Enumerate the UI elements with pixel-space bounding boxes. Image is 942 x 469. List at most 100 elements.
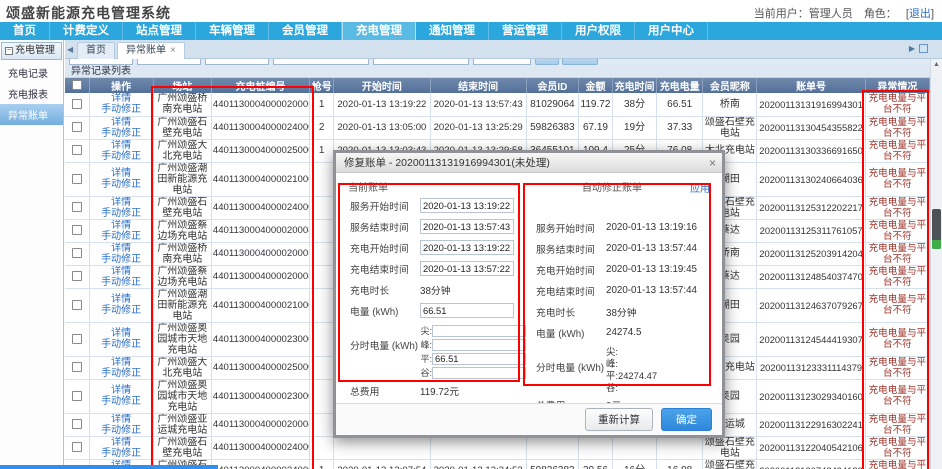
- action-link[interactable]: 详情: [111, 266, 131, 277]
- row-checkbox-cell: [65, 288, 89, 322]
- tab[interactable]: 异常账单×: [117, 42, 185, 59]
- vertical-scrollbar[interactable]: ▲: [930, 59, 942, 469]
- row-checkbox[interactable]: [72, 362, 82, 372]
- action-link[interactable]: 详情: [111, 357, 131, 368]
- action-link[interactable]: 手动修正: [101, 231, 141, 242]
- tab-scroll-right-icon[interactable]: ▶: [909, 44, 915, 53]
- filter-input[interactable]: [373, 59, 469, 65]
- row-checkbox[interactable]: [72, 300, 82, 310]
- cell-station: 广州颂盛桥南充电站: [153, 242, 211, 265]
- apply-link[interactable]: 应用: [690, 180, 710, 195]
- nav-item[interactable]: 通知管理: [416, 22, 489, 40]
- action-link[interactable]: 手动修正: [101, 151, 141, 162]
- nav-item[interactable]: 车辆管理: [196, 22, 269, 40]
- action-link[interactable]: 详情: [111, 93, 131, 104]
- repair-bill-modal: 修复账单 - 20200113131916994301(未处理) × 当前账单 …: [333, 150, 725, 438]
- tab-close-icon[interactable]: ×: [170, 45, 176, 56]
- nav-item[interactable]: 首页: [0, 22, 50, 40]
- field-input[interactable]: 66.51: [420, 303, 514, 318]
- nav-item[interactable]: 用户权限: [562, 22, 635, 40]
- row-checkbox[interactable]: [72, 248, 82, 258]
- row-checkbox-cell: [65, 379, 89, 413]
- filter-input[interactable]: [137, 59, 201, 65]
- logout-link[interactable]: 退出: [909, 8, 931, 20]
- action-link[interactable]: 手动修正: [101, 425, 141, 436]
- nav-item[interactable]: 充电管理: [342, 22, 416, 40]
- scrollbar-thumb[interactable]: [932, 209, 941, 249]
- sidebar-item[interactable]: 充电报表: [0, 83, 63, 104]
- action-link[interactable]: 手动修正: [101, 277, 141, 288]
- action-link[interactable]: 手动修正: [101, 396, 141, 407]
- row-checkbox-cell: [65, 219, 89, 242]
- tab-scroll-left-icon[interactable]: ◀: [67, 45, 73, 54]
- filter-reset-button[interactable]: [562, 59, 598, 65]
- action-link[interactable]: 手动修正: [101, 339, 141, 350]
- row-actions-cell: 详情手动修正: [89, 379, 153, 413]
- action-link[interactable]: 详情: [111, 437, 131, 448]
- tab[interactable]: 首页: [77, 42, 115, 59]
- split-input[interactable]: 66.51: [432, 353, 526, 365]
- action-link[interactable]: 手动修正: [101, 448, 141, 459]
- filter-search-button[interactable]: [535, 59, 559, 65]
- field-input[interactable]: 2020-01-13 13:57:43: [420, 219, 514, 234]
- action-link[interactable]: 详情: [111, 220, 131, 231]
- nav-item[interactable]: 营运管理: [489, 22, 562, 40]
- action-link[interactable]: 手动修正: [101, 104, 141, 115]
- filter-input[interactable]: [69, 59, 133, 65]
- recalculate-button[interactable]: 重新计算: [585, 408, 653, 431]
- action-link[interactable]: 手动修正: [101, 128, 141, 139]
- action-link[interactable]: 手动修正: [101, 368, 141, 379]
- column-header: 充电时间: [613, 78, 657, 93]
- field-input[interactable]: 2020-01-13 13:19:22: [420, 240, 514, 255]
- collapse-icon[interactable]: −: [5, 47, 13, 55]
- nav-item[interactable]: 站点管理: [123, 22, 196, 40]
- sidebar-item[interactable]: 充电记录: [0, 62, 63, 83]
- action-link[interactable]: 详情: [111, 328, 131, 339]
- split-input[interactable]: [432, 325, 526, 337]
- action-link[interactable]: 详情: [111, 243, 131, 254]
- nav-item[interactable]: 用户中心: [635, 22, 708, 40]
- filter-input[interactable]: [473, 59, 531, 65]
- row-checkbox[interactable]: [72, 391, 82, 401]
- split-input[interactable]: [432, 367, 526, 379]
- close-icon[interactable]: ×: [709, 153, 716, 173]
- confirm-button[interactable]: 确定: [661, 408, 712, 431]
- sidebar-item[interactable]: 异常账单: [0, 104, 63, 125]
- cell-issue: 充电电量与平台不符: [865, 139, 929, 162]
- action-link[interactable]: 手动修正: [101, 305, 141, 316]
- nav-item[interactable]: 会员管理: [269, 22, 342, 40]
- action-link[interactable]: 手动修正: [101, 179, 141, 190]
- scrollbar-up-icon[interactable]: ▲: [933, 61, 940, 68]
- action-link[interactable]: 手动修正: [101, 208, 141, 219]
- row-checkbox[interactable]: [72, 334, 82, 344]
- row-checkbox[interactable]: [72, 419, 82, 429]
- sidebar-header[interactable]: −充电管理: [1, 42, 62, 60]
- action-link[interactable]: 详情: [111, 140, 131, 151]
- filter-input[interactable]: [205, 59, 269, 65]
- action-link[interactable]: 手动修正: [101, 254, 141, 265]
- split-input[interactable]: [432, 339, 526, 351]
- select-all-checkbox[interactable]: [72, 80, 82, 90]
- window-icon[interactable]: [919, 44, 928, 53]
- row-checkbox[interactable]: [72, 225, 82, 235]
- row-checkbox[interactable]: [72, 202, 82, 212]
- action-link[interactable]: 详情: [111, 117, 131, 128]
- row-checkbox[interactable]: [72, 122, 82, 132]
- row-checkbox[interactable]: [72, 145, 82, 155]
- field-input[interactable]: 2020-01-13 13:57:22: [420, 261, 514, 276]
- row-checkbox[interactable]: [72, 271, 82, 281]
- row-checkbox[interactable]: [72, 99, 82, 109]
- row-checkbox[interactable]: [72, 442, 82, 452]
- row-checkbox[interactable]: [72, 174, 82, 184]
- action-link[interactable]: 详情: [111, 294, 131, 305]
- action-link[interactable]: 详情: [111, 197, 131, 208]
- action-link[interactable]: 详情: [111, 414, 131, 425]
- action-link[interactable]: 详情: [111, 168, 131, 179]
- cell-start: 2020-01-13 13:19:22: [334, 93, 430, 116]
- horizontal-scrollbar[interactable]: [0, 465, 218, 469]
- action-link[interactable]: 详情: [111, 385, 131, 396]
- modal-field-row: 充电开始时间2020-01-13 13:19:45: [536, 262, 714, 277]
- filter-input[interactable]: [273, 59, 369, 65]
- nav-item[interactable]: 计费定义: [50, 22, 123, 40]
- field-input[interactable]: 2020-01-13 13:19:22: [420, 198, 514, 213]
